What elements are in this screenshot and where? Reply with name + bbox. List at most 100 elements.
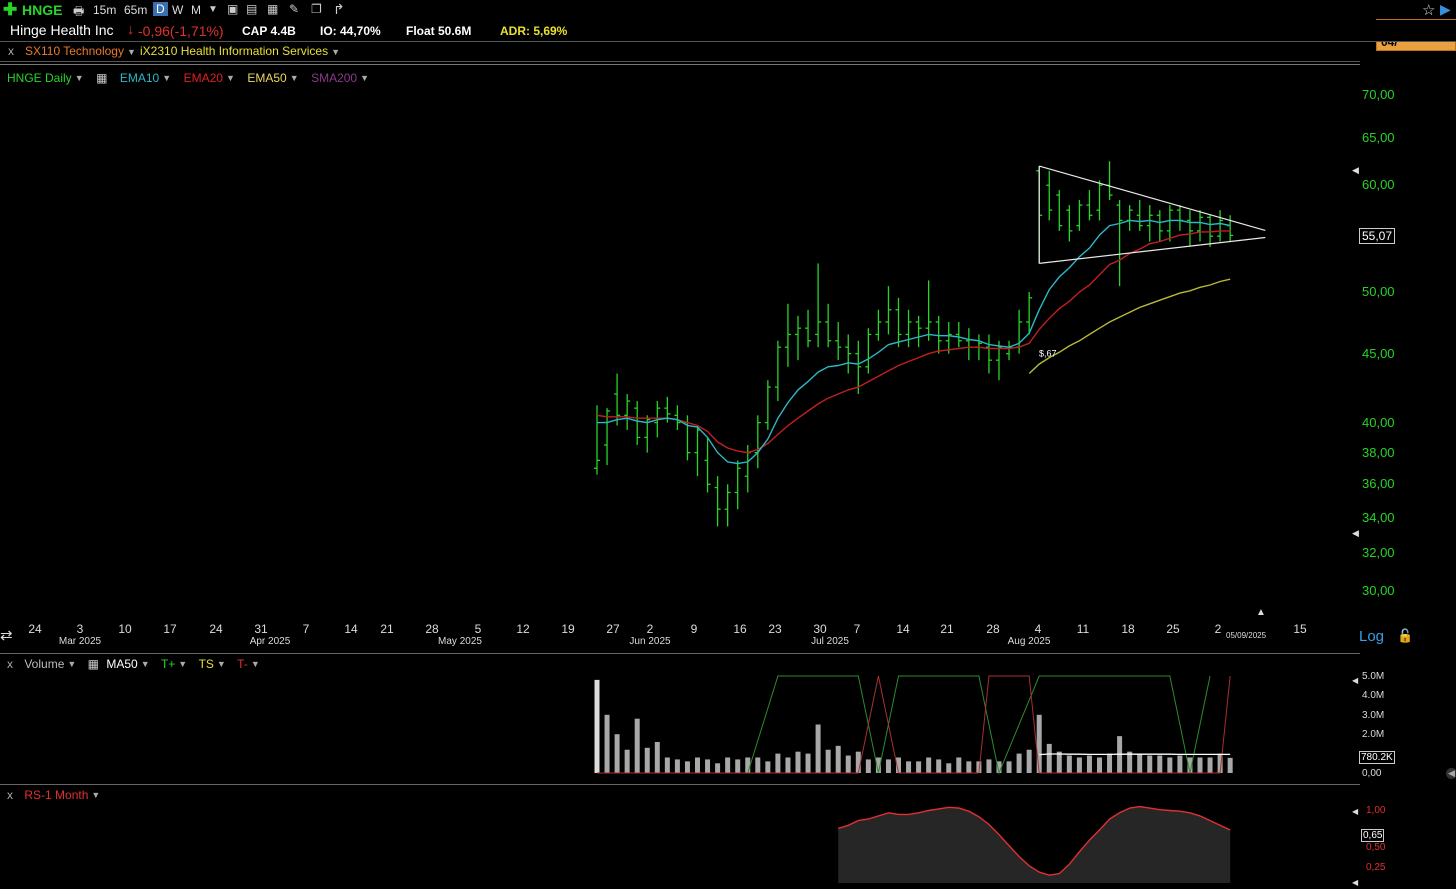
share-icon[interactable]: ↱	[333, 1, 345, 18]
volume-bar	[966, 761, 972, 773]
volume-bar	[654, 741, 660, 773]
timeframe-d[interactable]: D	[153, 2, 168, 16]
time-axis-day: 5	[474, 622, 482, 636]
volume-bar	[1207, 757, 1213, 773]
volume-bar	[1167, 757, 1173, 773]
chart-type-icon[interactable]: ▣	[227, 2, 238, 16]
volume-chart[interactable]	[0, 654, 1360, 784]
market-cap: CAP 4.4B	[242, 24, 296, 38]
ohlc-bar	[1176, 205, 1183, 231]
time-axis-day: 14	[896, 622, 910, 636]
volume-bar	[865, 759, 871, 773]
ohlc-bar	[624, 394, 631, 430]
flag-icon[interactable]: ▶	[1440, 1, 1451, 18]
group-close-button[interactable]: x	[8, 44, 14, 58]
draw-pencil-icon[interactable]: ✎	[289, 2, 299, 16]
sector-caret-icon: ▼	[126, 47, 136, 57]
volume-bar	[765, 761, 771, 773]
time-axis-month: Mar 2025	[58, 636, 102, 647]
rs-scroll-marker-icon: ◀	[1352, 807, 1359, 816]
log-scale-toggle[interactable]: Log	[1359, 628, 1384, 645]
current-price-box: 55,07	[1359, 228, 1396, 244]
volume-bar	[684, 761, 690, 773]
volume-bar	[885, 759, 891, 773]
volume-bar	[956, 757, 962, 773]
ohlc-bar	[955, 321, 962, 348]
ohlc-bar	[1136, 200, 1143, 231]
indicator-icon[interactable]: ▤	[246, 2, 257, 16]
volume-bar	[835, 745, 841, 773]
time-axis-month: Jul 2025	[811, 636, 849, 647]
time-axis-day: 16	[733, 622, 747, 636]
ohlc-bar	[1106, 161, 1113, 201]
table-icon[interactable]: ▦	[267, 2, 278, 16]
volume-bar	[1227, 757, 1233, 773]
volume-bar	[1147, 755, 1153, 773]
time-axis-month: Jun 2025	[629, 636, 671, 647]
volume-bar	[825, 749, 831, 773]
price-axis-label: 30,00	[1362, 583, 1395, 598]
ohlc-bar	[644, 415, 651, 453]
time-axis-day: 21	[380, 622, 394, 636]
ohlc-bar	[1197, 210, 1203, 242]
symbol-label[interactable]: HNGE	[22, 2, 62, 18]
volume-bar	[1026, 749, 1032, 773]
timeframe-dropdown-icon[interactable]: ▼	[208, 4, 218, 15]
add-symbol-icon[interactable]: ✚	[3, 0, 17, 20]
notes-icon[interactable]: ❐	[311, 2, 322, 16]
volume-axis-label: 4.0M	[1362, 690, 1385, 701]
volume-bar	[785, 757, 791, 773]
volume-bar	[795, 751, 801, 773]
quote-bar: Hinge Health Inc ↓ -0,96(-1,71%) CAP 4.4…	[0, 20, 1456, 42]
time-axis-day: 21	[940, 622, 954, 636]
price-axis[interactable]: 70,0065,0060,0055,0050,0045,0040,0038,00…	[1360, 65, 1456, 625]
industry-label[interactable]: iX2310 Health Information Services ▼	[140, 44, 340, 58]
time-axis-day: 4	[1034, 622, 1042, 636]
volume-axis-label: 0,00	[1362, 768, 1382, 779]
pan-arrows-icon[interactable]: ⇄	[0, 626, 13, 644]
rs-area	[838, 806, 1231, 883]
volume-bar	[1137, 753, 1143, 773]
favorite-star-icon[interactable]: ☆	[1422, 1, 1435, 19]
volume-bar	[1046, 743, 1052, 773]
ema50-line	[1028, 278, 1231, 375]
lock-icon[interactable]: 🔓	[1397, 628, 1413, 644]
ohlc-bar	[825, 303, 832, 348]
rs-current-box: 0,65	[1361, 829, 1385, 842]
price-change: -0,96(-1,71%)	[138, 23, 224, 39]
ohlc-bar	[1156, 210, 1163, 242]
volume-bar	[1016, 753, 1022, 773]
down-arrow-icon: ↓	[127, 21, 135, 38]
price-axis-label: 50,00	[1362, 283, 1395, 299]
time-axis-day: 9	[690, 622, 698, 636]
sector-label[interactable]: SX110 Technology ▼	[25, 44, 136, 58]
timeframe-m[interactable]: M	[191, 3, 201, 17]
time-axis-month: May 2025	[438, 636, 482, 647]
price-chart[interactable]: $,67	[0, 65, 1360, 625]
ohlc-bar	[815, 263, 822, 348]
volume-bar	[1127, 751, 1133, 773]
ohlc-bar	[674, 405, 681, 430]
scroll-left-marker-icon: ◀	[1352, 165, 1359, 175]
time-axis-day: 15	[1293, 622, 1307, 636]
scroll-marker-icon: ▲	[1256, 607, 1266, 618]
time-axis-month: Apr 2025	[249, 636, 291, 647]
time-axis-day: 19	[561, 622, 575, 636]
timeframe-w[interactable]: W	[172, 3, 183, 17]
volume-axis-label: 2.0M	[1362, 729, 1385, 740]
ohlc-bar	[835, 321, 842, 361]
rs-chart[interactable]	[0, 785, 1360, 889]
volume-bar	[755, 757, 761, 773]
triangle-lower-line	[1039, 236, 1266, 265]
timeframe-65m[interactable]: 65m	[124, 3, 147, 17]
timeframe-15m[interactable]: 15m	[93, 3, 116, 17]
time-axis-day: 23	[768, 622, 782, 636]
ohlc-bar	[895, 297, 902, 348]
ohlc-bar	[634, 401, 641, 445]
volume-bar	[946, 763, 952, 773]
volume-scroll-marker-icon: ◀	[1352, 676, 1359, 685]
time-axis[interactable]: 24 3 10 17 24 31 7 14 21 28 5 12 19 27 2 9 16 23 30 7 14 21 28…	[0, 620, 1360, 652]
volume-scroll-right-icon[interactable]: ◀	[1446, 768, 1456, 779]
company-name: Hinge Health Inc	[10, 22, 114, 38]
ohlc-bar	[1046, 170, 1053, 221]
